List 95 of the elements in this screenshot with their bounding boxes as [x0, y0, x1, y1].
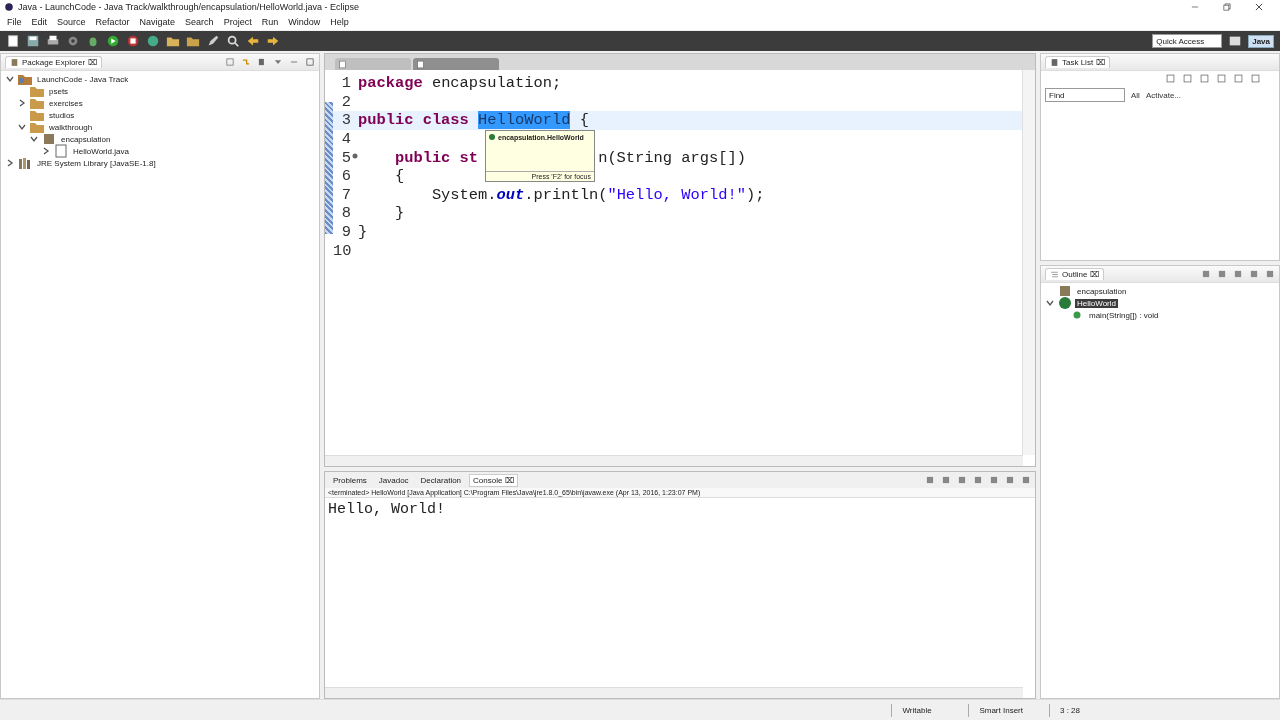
java-file-icon[interactable]	[338, 59, 347, 69]
editor-tab[interactable]	[335, 58, 411, 70]
close-tab-button[interactable]: ⌧	[88, 58, 98, 67]
view-tab[interactable]: Package Explorer ⌧	[5, 56, 103, 68]
play-icon[interactable]	[106, 34, 120, 48]
line-number: 4	[340, 130, 352, 149]
code-line: package encapsulation;	[358, 74, 562, 93]
chevron-down-icon[interactable]	[1046, 299, 1054, 307]
find-field[interactable]: Find	[1045, 88, 1125, 102]
new-icon[interactable]	[6, 34, 20, 48]
code-line: {	[393, 167, 405, 186]
tree-item[interactable]: LaunchCode - Java Track	[35, 74, 131, 84]
fold-icon[interactable]	[352, 152, 358, 159]
view-tab[interactable]: Task List ⌧	[1045, 56, 1111, 68]
line-number: 5	[333, 148, 358, 167]
chevron-down-icon[interactable]	[30, 135, 38, 143]
view-title: Outline	[1062, 270, 1088, 279]
maximize-icon[interactable]	[305, 57, 315, 67]
vertical-scrollbar[interactable]	[1022, 70, 1035, 455]
menu-item[interactable]: Help	[325, 17, 354, 27]
close-icon[interactable]	[1254, 2, 1264, 12]
chevron-right-icon[interactable]	[42, 147, 50, 155]
quick-access-field[interactable]: Quick Access	[1152, 34, 1223, 48]
tree-item[interactable]: exercises	[47, 98, 85, 108]
menu-item[interactable]: Edit	[26, 17, 53, 27]
code-line: System.out.println("Hello, World!");	[430, 185, 765, 204]
menu-item[interactable]: Refactor	[90, 17, 135, 27]
line-number: 10	[333, 241, 353, 260]
package-icon[interactable]	[41, 131, 57, 147]
stop-icon[interactable]	[126, 34, 140, 48]
pencil-icon[interactable]	[206, 34, 220, 48]
link-icon[interactable]	[241, 57, 251, 67]
view-tab[interactable]: Declaration	[416, 473, 466, 487]
status-field: Smart Insert	[968, 703, 1033, 717]
editor-tab[interactable]	[413, 58, 499, 70]
tree-item[interactable]: encapsulation	[1075, 286, 1129, 296]
menu-item[interactable]: Source	[52, 17, 91, 27]
package-icon[interactable]	[1057, 283, 1073, 299]
outline-icon[interactable]	[1050, 270, 1059, 279]
line-number: 1	[340, 74, 352, 93]
view-tab[interactable]: Problems	[329, 473, 371, 487]
view-title: Package Explorer	[22, 58, 86, 67]
menu-item[interactable]: File	[2, 17, 27, 27]
line-number: 3	[340, 111, 352, 130]
menu-item[interactable]: Navigate	[134, 17, 181, 27]
menu-item[interactable]: Search	[180, 17, 219, 27]
line-number: 6	[340, 167, 352, 186]
line-number: 9	[340, 223, 352, 242]
chevron-down-icon[interactable]	[18, 123, 26, 131]
code-line: }	[358, 223, 368, 242]
view-tab[interactable]: Console ⌧	[469, 473, 519, 487]
tree-item[interactable]: walkthrough	[47, 122, 95, 132]
tree-item[interactable]: main(String[]) : void	[1087, 310, 1161, 320]
tree-item[interactable]: encapsulation	[59, 134, 113, 144]
status-field: Writable	[891, 703, 953, 717]
chevron-right-icon[interactable]	[18, 99, 26, 107]
view-tab[interactable]: Javadoc	[374, 473, 413, 487]
perspective-button[interactable]: Java	[1248, 34, 1274, 48]
chevron-down-icon[interactable]	[6, 75, 14, 83]
printer-icon[interactable]	[46, 34, 60, 48]
tree-item[interactable]: psets	[47, 86, 71, 96]
line-number: 8	[340, 204, 352, 223]
save-icon[interactable]	[26, 34, 40, 48]
java-file-icon[interactable]	[416, 59, 425, 69]
horizontal-scrollbar[interactable]	[325, 687, 1023, 698]
eclipse-logo-icon[interactable]	[4, 2, 14, 12]
status-field: 3 : 28	[1049, 703, 1110, 717]
code-line: }	[393, 204, 405, 223]
menu-item[interactable]: Run	[256, 17, 284, 27]
view-title: Task List	[1062, 58, 1094, 67]
search-icon[interactable]	[226, 34, 240, 48]
line-number: 2	[340, 92, 352, 111]
menu-item[interactable]: Project	[218, 17, 257, 27]
chevron-right-icon[interactable]	[6, 159, 14, 167]
task-filter-link[interactable]: All	[1131, 90, 1140, 100]
console-output: Hello, World!	[327, 500, 447, 520]
tree-item[interactable]: JRE System Library [JavaSE-1.8]	[35, 158, 158, 168]
restore-icon[interactable]	[1222, 2, 1232, 12]
arrow-left-icon[interactable]	[246, 34, 260, 48]
task-filter-link[interactable]: Activate...	[1145, 90, 1181, 100]
view-tab[interactable]: Outline ⌧	[1045, 268, 1105, 280]
window-title: Java - LaunchCode - Java Track/walkthrough/encapsulation/HelloWorld.java - Eclipse	[18, 2, 359, 12]
menu-item[interactable]: Window	[283, 17, 326, 27]
arrow-right-icon[interactable]	[266, 34, 280, 48]
line-number: 7	[340, 185, 352, 204]
code-line: public st n(String args[])	[393, 148, 746, 167]
horizontal-scrollbar[interactable]	[325, 455, 1023, 466]
close-tab-button[interactable]: ⌧	[1090, 270, 1100, 279]
library-icon[interactable]	[17, 155, 33, 171]
tree-item[interactable]: HelloWorld	[1075, 298, 1118, 308]
tree-item[interactable]: studios	[47, 110, 77, 120]
tree-item[interactable]: HelloWorld.java	[71, 146, 131, 156]
close-tab-button[interactable]: ⌧	[1096, 58, 1106, 67]
close-tab-button[interactable]: ⌧	[505, 475, 515, 485]
code-line: public class HelloWorld {	[358, 111, 589, 130]
